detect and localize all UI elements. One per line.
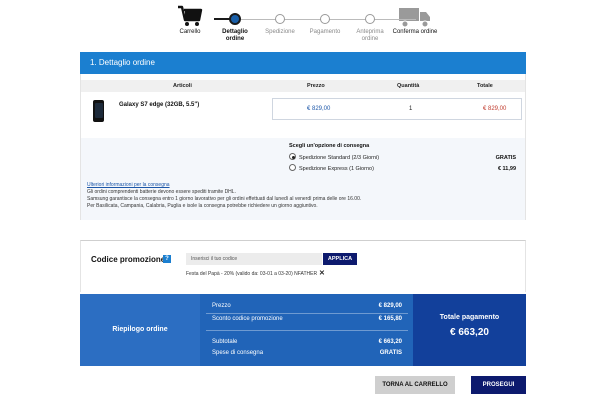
product-total: € 829,00 bbox=[483, 106, 507, 112]
product-image bbox=[93, 100, 104, 122]
shipping-info-line: Per Basilicata, Campania, Calabria, Pugl… bbox=[87, 203, 318, 209]
total-label: Totale pagamento bbox=[439, 314, 500, 321]
product-qty: 1 bbox=[409, 106, 413, 112]
step-dot bbox=[365, 14, 375, 24]
promo-section: Codice promozione ? APPLICA Festa del Pa… bbox=[80, 240, 526, 292]
summary-breakdown: Prezzo € 829,00 Sconto codice promozione €… bbox=[200, 294, 413, 366]
order-detail-card: Articoli Prezzo Quantità Totale Galaxy S… bbox=[80, 74, 526, 220]
radio-unselected[interactable] bbox=[289, 164, 296, 171]
remove-promo-icon[interactable]: ✕ bbox=[319, 270, 325, 277]
shipping-info-line: Gli ordini comprendenti batterie devono … bbox=[87, 189, 236, 195]
shipping-section: Scegli un'opzione di consegna Spedizione… bbox=[81, 138, 525, 220]
help-icon[interactable]: ? bbox=[163, 255, 171, 263]
table-header: Articoli Prezzo Quantità Totale bbox=[81, 80, 525, 92]
step-dot-active bbox=[229, 13, 241, 25]
col-prezzo: Prezzo bbox=[307, 83, 325, 89]
divider bbox=[206, 330, 408, 331]
apply-promo-button[interactable]: APPLICA bbox=[323, 253, 357, 265]
continue-button[interactable]: PROSEGUI bbox=[471, 376, 526, 394]
step-dot bbox=[275, 14, 285, 24]
shipping-price-standard: GRATIS bbox=[495, 155, 516, 161]
shipping-option-express[interactable]: Spedizione Express (1 Giorno) bbox=[289, 164, 374, 172]
radio-selected[interactable] bbox=[289, 153, 296, 160]
summary-total: Totale pagamento € 663,20 bbox=[413, 294, 526, 366]
shipping-info-line: Samsung garantisce la consegna entro 1 g… bbox=[87, 196, 362, 202]
cart-icon bbox=[178, 5, 203, 26]
applied-promo-text: Festa del Papà - 20% (valido da: 03-01 a… bbox=[186, 271, 318, 277]
shipping-price-express: € 11,99 bbox=[497, 166, 516, 172]
step-label: Conferma ordine bbox=[392, 29, 438, 35]
summary-row-spese: Spese di consegna GRATIS bbox=[212, 350, 402, 356]
checkout-stepper: Carrello Dettaglio ordine Spedizione Paga… bbox=[0, 0, 600, 52]
table-row: Galaxy S7 edge (32GB, 5.5") € 829,00 1 €… bbox=[81, 98, 525, 132]
back-to-cart-button[interactable]: TORNA AL CARRELLO bbox=[375, 376, 455, 394]
summary-row-sconto: Sconto codice promozione € 165,80 bbox=[212, 316, 402, 322]
shipping-option-standard[interactable]: Spedizione Standard (2/3 Giorni) bbox=[289, 153, 379, 161]
summary-row-subtotale: Subtotale € 663,20 bbox=[212, 339, 402, 345]
promo-code-input[interactable] bbox=[186, 253, 322, 265]
summary-label: Riepilogo ordine bbox=[80, 294, 200, 366]
col-quantita: Quantità bbox=[397, 83, 420, 89]
total-value: € 663,20 bbox=[450, 327, 489, 338]
col-totale: Totale bbox=[477, 83, 493, 89]
step-dot bbox=[320, 14, 330, 24]
col-articoli: Articoli bbox=[173, 83, 192, 89]
shipping-info-link[interactable]: Ulteriori informazioni per la consegna bbox=[87, 182, 170, 188]
shipping-title: Scegli un'opzione di consegna bbox=[289, 143, 370, 149]
section-header: 1. Dettaglio ordine bbox=[80, 52, 526, 74]
product-name: Galaxy S7 edge (32GB, 5.5") bbox=[119, 102, 200, 108]
promo-title: Codice promozione bbox=[91, 255, 166, 264]
product-price: € 829,00 bbox=[307, 106, 331, 112]
summary-row-prezzo: Prezzo € 829,00 bbox=[212, 303, 402, 309]
order-summary: Riepilogo ordine Prezzo € 829,00 Sconto c… bbox=[80, 294, 526, 366]
price-box: € 829,00 1 € 829,00 bbox=[272, 98, 522, 120]
divider bbox=[206, 313, 408, 314]
truck-icon bbox=[399, 8, 430, 28]
